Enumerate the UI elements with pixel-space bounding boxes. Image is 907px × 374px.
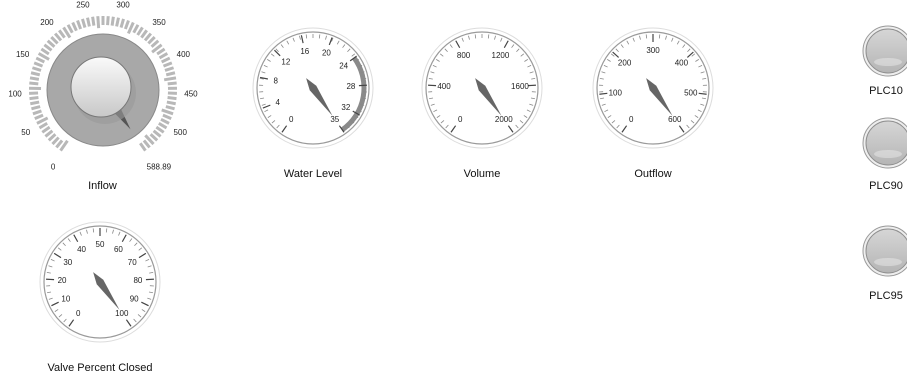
tick-label: 12 <box>281 57 290 66</box>
knob-min-label: 0 <box>51 163 56 170</box>
knob-cap <box>70 56 132 118</box>
tick-label: 8 <box>274 77 279 86</box>
tick-label: 35 <box>330 115 339 124</box>
tick-label: 32 <box>341 103 350 112</box>
knob-tick-label: 200 <box>40 18 54 27</box>
plc90-label: PLC90 <box>869 180 903 192</box>
volume-dial: 0 400 800 1200 1600 2000 <box>421 27 543 149</box>
tick-label: 2000 <box>495 115 513 124</box>
tick-label: 16 <box>300 47 309 56</box>
tick-label: 70 <box>128 258 137 267</box>
plc95-label: PLC95 <box>869 290 903 302</box>
tick-label: 20 <box>322 48 331 57</box>
knob-max-label: 588.89 <box>147 163 172 170</box>
tick-label: 80 <box>133 276 142 285</box>
knob-tick-label: 350 <box>152 18 166 27</box>
tick-label: 30 <box>63 258 72 267</box>
tick-label: 800 <box>457 51 471 60</box>
tick-label: 400 <box>675 59 689 68</box>
valve-percent-closed-gauge: 0 10 20 30 40 50 60 70 80 90 100 <box>35 219 165 349</box>
lamp-face <box>865 120 907 166</box>
plc10-indicator <box>862 25 907 77</box>
knob-tick-label: 150 <box>16 50 30 59</box>
lamp-plc95 <box>860 225 907 295</box>
tick-label: 20 <box>58 276 67 285</box>
volume-gauge: 0 400 800 1200 1600 2000 <box>417 25 547 155</box>
knob-tick-label: 450 <box>184 89 198 98</box>
water-level-gauge: 0 4 8 12 16 20 24 28 32 35 <box>248 25 378 155</box>
lamp-face <box>865 228 907 274</box>
tick-label: 0 <box>629 115 634 124</box>
tick-label: 400 <box>437 82 451 91</box>
knob-tick-label: 400 <box>177 50 191 59</box>
tick-label: 100 <box>609 88 623 97</box>
inflow-knob[interactable]: 50 100 150 200 250 300 350 400 450 500 0 588.89 <box>0 0 205 171</box>
inflow-knob-widget[interactable]: 50 100 150 200 250 300 350 400 450 500 0 588.89 Inf… <box>0 0 205 200</box>
knob-tick-label: 100 <box>8 89 22 98</box>
knob-tick-label: 300 <box>116 0 130 9</box>
plc90-indicator <box>862 117 907 169</box>
tick-label: 200 <box>618 59 632 68</box>
tick-label: 24 <box>339 62 348 71</box>
knob-tick-label: 500 <box>174 128 188 137</box>
tick-label: 28 <box>346 82 355 91</box>
tick-label: 100 <box>115 309 129 318</box>
lamp-face <box>865 28 907 74</box>
plc10-label: PLC10 <box>869 85 903 97</box>
tick-label: 40 <box>77 245 86 254</box>
tick-label: 0 <box>76 309 81 318</box>
tick-label: 4 <box>276 98 281 107</box>
inflow-caption: Inflow <box>88 180 117 192</box>
water-level-caption: Water Level <box>283 168 343 180</box>
tick-label: 0 <box>458 115 463 124</box>
tick-label: 60 <box>114 245 123 254</box>
outflow-dial: 0 100 200 300 400 500 600 <box>592 27 714 149</box>
tick-label: 10 <box>61 295 70 304</box>
lamp-plc90 <box>860 117 907 187</box>
knob-tick-label: 50 <box>21 128 30 137</box>
plc95-indicator <box>862 225 907 277</box>
tick-label: 500 <box>684 88 698 97</box>
tick-label: 0 <box>289 115 294 124</box>
water-level-dial: 04 8 12 16 20 24 28 3235 <box>252 27 374 149</box>
tick-label: 90 <box>130 295 139 304</box>
valve-percent-closed-dial: 0 10 20 30 40 50 60 70 80 90100 <box>39 221 161 343</box>
tick-label: 50 <box>96 240 105 249</box>
tick-label: 1600 <box>511 82 529 91</box>
tick-label: 300 <box>646 46 660 55</box>
tick-label: 600 <box>668 115 682 124</box>
volume-caption: Volume <box>463 168 501 180</box>
knob-tick-label: 250 <box>76 0 90 9</box>
outflow-caption: Outflow <box>634 168 672 180</box>
valve-percent-closed-caption: Valve Percent Closed <box>47 362 153 374</box>
tick-label: 1200 <box>492 51 510 60</box>
outflow-gauge: 0 100 200 300 400 500 600 <box>588 25 718 155</box>
